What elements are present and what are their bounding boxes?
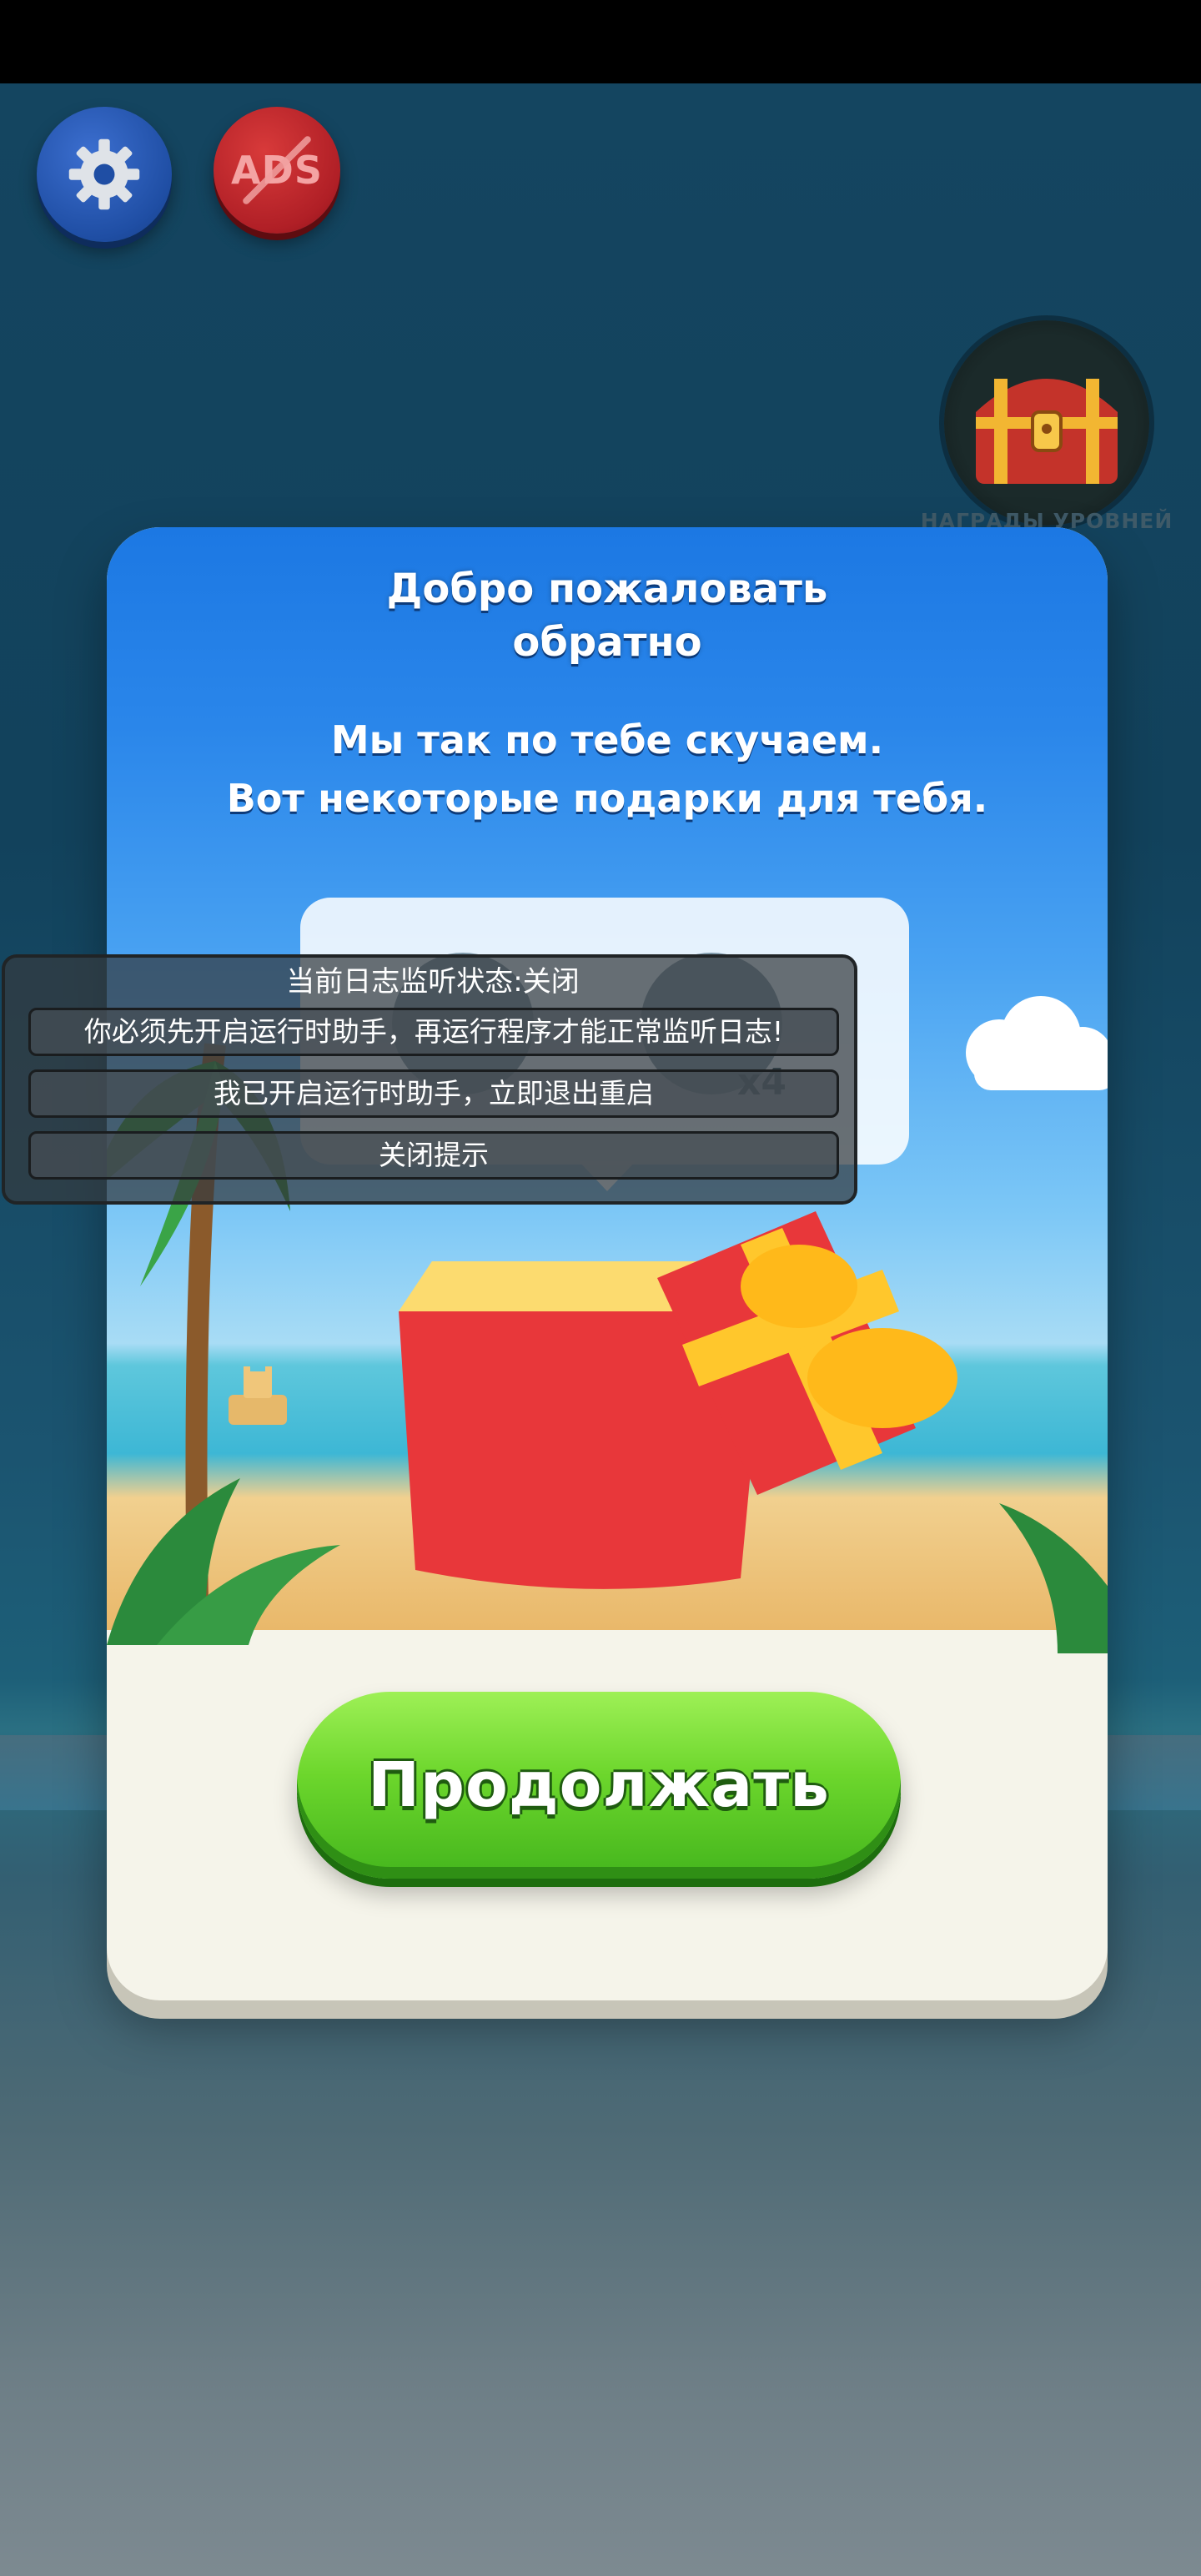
log-status-title: 当前日志监听状态:关闭 — [286, 965, 580, 999]
remove-ads-button[interactable]: ADS — [214, 107, 340, 234]
dialog-title: Добро пожаловать обратно — [107, 562, 1108, 669]
cloud — [966, 996, 1108, 1090]
status-bar — [0, 0, 1201, 83]
dialog-subtitle: Мы так по тебе скучаем. Вот некоторые по… — [107, 711, 1108, 828]
dialog-subtitle-line1: Мы так по тебе скучаем. — [330, 717, 884, 762]
continue-button-label: Продолжать — [368, 1749, 830, 1821]
continue-button[interactable]: Продолжать — [297, 1692, 901, 1879]
sandcastle — [229, 1366, 287, 1425]
beach-leaves — [107, 1478, 340, 1645]
settings-button[interactable] — [37, 107, 172, 242]
treasure-chest-icon — [976, 379, 1118, 484]
dialog-subtitle-line2: Вот некоторые подарки для тебя. — [226, 776, 988, 821]
restart-button[interactable]: 我已开启运行时助手，立即退出重启 — [28, 1069, 839, 1118]
close-tip-button[interactable]: 关闭提示 — [28, 1131, 839, 1180]
dialog-title-line1: Добро пожаловать — [386, 566, 828, 612]
gift-box-icon — [399, 1211, 957, 1589]
welcome-back-dialog: x4 Добро пожаловать обратно Мы так по те… — [107, 527, 1108, 2000]
log-monitor-overlay: 当前日志监听状态:关闭 你必须先开启运行时助手，再运行程序才能正常监听日志! 我… — [2, 954, 857, 1205]
runtime-helper-message[interactable]: 你必须先开启运行时助手，再运行程序才能正常监听日志! — [28, 1008, 839, 1056]
level-rewards-button[interactable] — [944, 320, 1149, 526]
gear-icon — [68, 138, 140, 210]
dialog-title-line2: обратно — [512, 619, 702, 666]
